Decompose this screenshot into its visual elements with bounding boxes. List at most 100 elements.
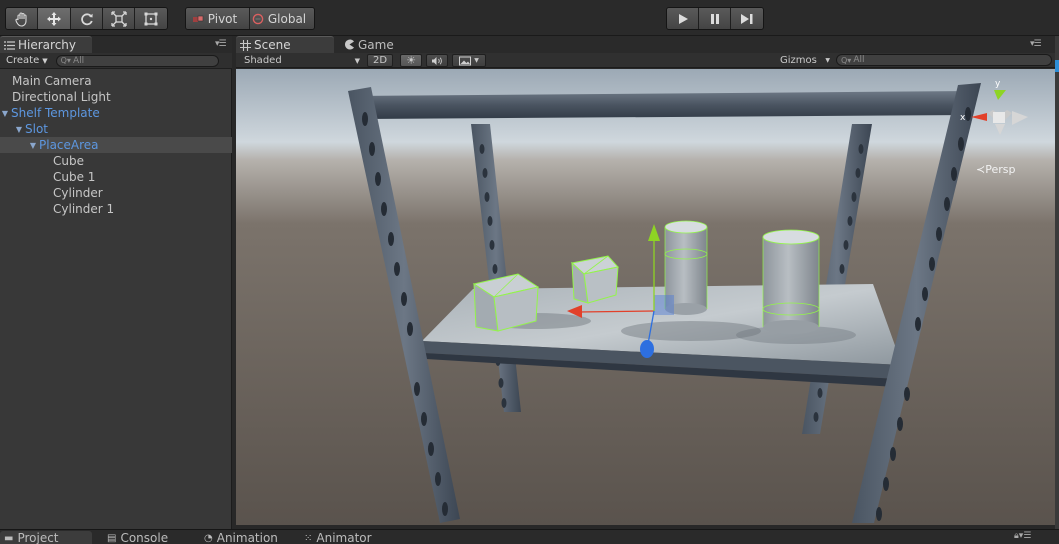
pause-button[interactable] bbox=[699, 8, 731, 29]
tab-hierarchy[interactable]: Hierarchy bbox=[0, 36, 92, 53]
lock-icon[interactable]: 🔒︎▾☰ bbox=[1014, 531, 1031, 541]
scene-panel-menu-icon[interactable]: ▾☰ bbox=[1030, 39, 1042, 49]
scene-search-placeholder: All bbox=[853, 55, 865, 65]
scale-tool-button[interactable] bbox=[103, 8, 135, 29]
projection-label: Persp bbox=[985, 163, 1015, 176]
perspective-icon: ≺ bbox=[976, 163, 985, 176]
animation-icon: ◔ bbox=[204, 532, 213, 544]
animator-tab-label: Animator bbox=[316, 531, 372, 544]
hierarchy-item-label: Slot bbox=[25, 122, 48, 136]
rect-tool-button[interactable] bbox=[135, 8, 167, 29]
rect-transform-icon bbox=[144, 12, 158, 25]
gizmo-z-arrow[interactable] bbox=[640, 340, 654, 358]
audio-icon bbox=[432, 56, 442, 65]
global-label: Global bbox=[267, 11, 307, 26]
game-tab-label: Game bbox=[358, 37, 394, 52]
lighting-toggle[interactable]: ☀ bbox=[400, 54, 422, 67]
folder-icon: ▬ bbox=[4, 532, 14, 544]
gizmos-dropdown[interactable]: Gizmos ▼ bbox=[780, 54, 830, 67]
cylinder-1-object[interactable] bbox=[762, 229, 820, 334]
image-effects-icon bbox=[459, 56, 472, 65]
sun-icon: ☀ bbox=[406, 54, 416, 67]
rotate-icon bbox=[80, 12, 93, 25]
tab-animation[interactable]: ◔ Animation bbox=[200, 531, 284, 544]
hierarchy-item-label: Directional Light bbox=[12, 90, 111, 104]
hierarchy-tree: Main Camera Directional Light ▼ Shelf Templ… bbox=[0, 69, 232, 529]
hierarchy-item[interactable]: Cube bbox=[0, 153, 232, 169]
hierarchy-item[interactable]: Cylinder bbox=[0, 185, 232, 201]
animation-tab-label: Animation bbox=[216, 531, 278, 544]
audio-toggle[interactable] bbox=[426, 54, 448, 67]
gizmos-label: Gizmos bbox=[780, 55, 817, 66]
hierarchy-search-placeholder: All bbox=[72, 55, 85, 66]
play-button[interactable] bbox=[667, 8, 699, 29]
tab-game[interactable]: Game bbox=[340, 36, 410, 53]
pause-icon bbox=[710, 13, 719, 24]
tab-animator[interactable]: ⁙ Animator bbox=[300, 531, 378, 544]
pivot-toggles: Pivot Global bbox=[185, 7, 315, 30]
mode-2d-label: 2D bbox=[372, 55, 388, 66]
effects-toggle[interactable]: ▼ bbox=[452, 54, 486, 67]
pivot-label: Pivot bbox=[207, 11, 238, 26]
console-tab-label: Console bbox=[120, 531, 169, 544]
hierarchy-item-label: Cube bbox=[53, 154, 84, 168]
play-icon bbox=[678, 13, 688, 24]
scene-tabbar: Scene Game ▾☰ bbox=[236, 36, 1059, 53]
create-label: Create bbox=[6, 55, 40, 66]
hierarchy-panel-menu-icon[interactable]: ▾☰ bbox=[215, 39, 227, 49]
shading-mode-label: Shaded bbox=[244, 55, 282, 66]
hierarchy-item[interactable]: Main Camera bbox=[0, 73, 232, 89]
hierarchy-list-icon bbox=[4, 40, 15, 50]
hierarchy-item[interactable]: Cube 1 bbox=[0, 169, 232, 185]
hierarchy-tab-label: Hierarchy bbox=[18, 38, 77, 52]
orientation-x-label: x bbox=[960, 113, 966, 123]
scene-search-input[interactable]: Q▾ All bbox=[836, 54, 1052, 66]
hierarchy-item[interactable]: ▼ Shelf Template bbox=[0, 105, 232, 121]
game-pacman-icon bbox=[345, 39, 354, 50]
scene-render: x y ≺Persp bbox=[236, 69, 1055, 525]
scale-icon bbox=[110, 10, 127, 27]
hand-icon bbox=[14, 11, 27, 27]
tab-project[interactable]: ▬ Project bbox=[0, 531, 92, 544]
cube-1-object[interactable] bbox=[570, 255, 619, 304]
hierarchy-item-label: PlaceArea bbox=[39, 138, 99, 152]
hierarchy-item[interactable]: ▼ Slot bbox=[0, 121, 232, 137]
scene-tab-label: Scene bbox=[254, 38, 291, 52]
cube-object[interactable] bbox=[472, 273, 540, 332]
dropdown-arrow-icon: ▼ bbox=[354, 56, 360, 65]
pivot-toggle[interactable]: Pivot bbox=[186, 8, 250, 29]
rotate-tool-button[interactable] bbox=[71, 8, 103, 29]
dropdown-arrow-icon: ▼ bbox=[42, 56, 48, 65]
orientation-y-label: y bbox=[995, 79, 1001, 89]
hierarchy-search-input[interactable]: Q▾ All bbox=[55, 54, 219, 67]
expand-arrow-icon[interactable]: ▼ bbox=[0, 109, 10, 118]
hierarchy-item[interactable]: Directional Light bbox=[0, 89, 232, 105]
hierarchy-toolbar: Create ▼ Q▾ All bbox=[0, 53, 232, 69]
toggle-2d-button[interactable]: 2D bbox=[367, 54, 393, 67]
hierarchy-item[interactable]: ▼ PlaceArea bbox=[0, 137, 232, 153]
search-icon: Q▾ bbox=[60, 56, 71, 65]
step-button[interactable] bbox=[731, 8, 763, 29]
scene-viewport[interactable]: x y ≺Persp bbox=[236, 69, 1055, 525]
projection-toggle-label[interactable]: ≺Persp bbox=[976, 163, 1015, 176]
hand-tool-button[interactable] bbox=[6, 8, 38, 29]
hierarchy-item-label: Main Camera bbox=[12, 74, 92, 88]
orientation-center-cube[interactable] bbox=[993, 112, 1005, 123]
transform-tools bbox=[5, 7, 168, 30]
tab-console[interactable]: ▤ Console bbox=[103, 531, 174, 544]
bottom-tabbar: ▬ Project ▤ Console ◔ Animation ⁙ Animat… bbox=[0, 529, 1059, 544]
hierarchy-item[interactable]: Cylinder 1 bbox=[0, 201, 232, 217]
create-button[interactable]: Create ▼ bbox=[0, 54, 54, 68]
scene-grid-icon bbox=[240, 39, 251, 51]
move-tool-button[interactable] bbox=[38, 8, 71, 29]
expand-arrow-icon[interactable]: ▼ bbox=[28, 141, 38, 150]
global-toggle[interactable]: Global bbox=[250, 8, 314, 29]
tab-scene[interactable]: Scene bbox=[236, 36, 334, 53]
gizmo-xz-plane-handle[interactable] bbox=[654, 295, 674, 315]
hierarchy-item-label: Cube 1 bbox=[53, 170, 96, 184]
move-icon bbox=[47, 11, 61, 26]
inspector-edge bbox=[1055, 36, 1059, 529]
hierarchy-tabbar: Hierarchy ▾☰ bbox=[0, 36, 232, 53]
shading-mode-dropdown[interactable]: Shaded ▼ bbox=[244, 54, 360, 67]
expand-arrow-icon[interactable]: ▼ bbox=[14, 125, 24, 134]
